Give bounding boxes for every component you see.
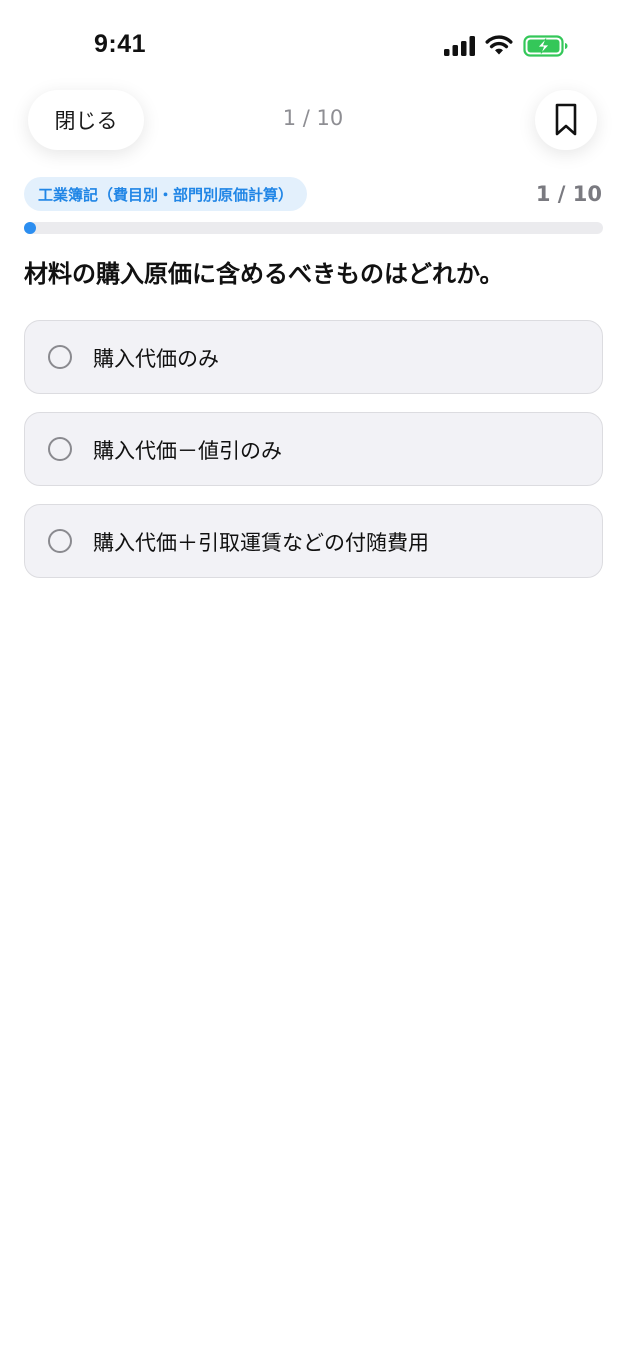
bookmark-icon <box>555 103 577 136</box>
answer-option[interactable]: 購入代価＋引取運賃などの付随費用 <box>24 504 603 578</box>
radio-button[interactable] <box>48 437 72 461</box>
progress-text: 1 / 10 <box>535 182 602 206</box>
answer-option[interactable]: 購入代価のみ <box>24 320 603 394</box>
cellular-signal-icon <box>444 36 475 56</box>
status-time: 9:41 <box>94 30 147 58</box>
radio-button[interactable] <box>48 345 72 369</box>
wifi-icon <box>485 35 513 55</box>
bookmark-button[interactable] <box>535 90 597 150</box>
answer-option-label: 購入代価＋引取運賃などの付随費用 <box>93 531 429 555</box>
answer-options: 購入代価のみ 購入代価－値引のみ 購入代価＋引取運賃などの付随費用 <box>24 320 603 596</box>
battery-charging-icon <box>523 35 568 57</box>
category-badge: 工業簿記（費目別・部門別原価計算） <box>24 177 308 211</box>
nav-bar: 閉じる 1 / 10 <box>0 88 626 152</box>
status-bar: 9:41 <box>0 0 626 92</box>
radio-button[interactable] <box>48 529 72 553</box>
progress-bar-fill <box>24 222 36 234</box>
progress-bar <box>24 222 603 234</box>
answer-option-label: 購入代価－値引のみ <box>93 439 282 463</box>
question-text: 材料の購入原価に含めるべきものはどれか。 <box>24 260 504 288</box>
question-counter: 1 / 10 <box>282 106 344 130</box>
answer-option-label: 購入代価のみ <box>93 347 219 371</box>
answer-option[interactable]: 購入代価－値引のみ <box>24 412 603 486</box>
